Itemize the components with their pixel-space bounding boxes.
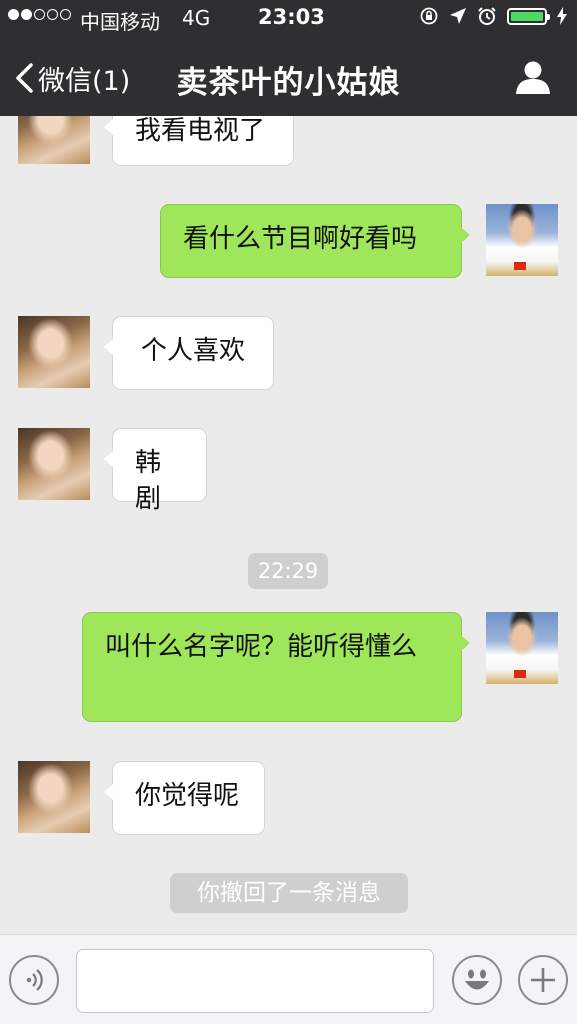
incoming-message[interactable]: 我看电视了 [104, 116, 294, 166]
orientation-lock-icon [420, 7, 438, 25]
contact-avatar[interactable] [18, 116, 90, 164]
chat-title: 卖茶叶的小姑娘 [176, 65, 401, 101]
top-bar: 中国移动 4G 23:03 微信(1) 卖茶叶的小姑娘 [0, 0, 577, 116]
status-bar: 中国移动 4G 23:03 [0, 0, 577, 36]
plus-icon [531, 968, 555, 992]
profile-button[interactable] [515, 60, 551, 98]
status-time: 23:03 [258, 5, 325, 29]
alarm-icon [478, 7, 496, 25]
emoji-button[interactable] [452, 955, 502, 1005]
my-avatar[interactable] [486, 204, 558, 276]
battery-icon [507, 7, 550, 25]
message-input[interactable] [76, 949, 434, 1013]
person-icon [516, 61, 550, 94]
input-bar [0, 934, 577, 1024]
chat-messages[interactable]: 我看电视了 看什么节目啊好看吗 个人喜欢 韩剧 22:29 叫什么名字呢？能听得… [0, 116, 577, 934]
incoming-message[interactable]: 你觉得呢 [104, 761, 265, 835]
voice-button[interactable] [9, 955, 59, 1005]
navigation-bar: 微信(1) 卖茶叶的小姑娘 [0, 40, 577, 116]
carrier-name: 中国移动 [80, 10, 160, 34]
incoming-message[interactable]: 韩剧 [104, 428, 207, 514]
location-arrow-icon [450, 8, 466, 24]
incoming-message[interactable]: 个人喜欢 [104, 316, 274, 390]
charging-icon [557, 7, 567, 25]
emoji-icon [465, 969, 489, 990]
outgoing-message[interactable]: 看什么节目啊好看吗 [160, 204, 470, 278]
message-timestamp: 22:29 [248, 553, 328, 589]
voice-icon [26, 969, 43, 991]
recall-notice: 你撤回了一条消息 [170, 873, 408, 913]
contact-avatar[interactable] [18, 428, 90, 500]
network-type: 4G [182, 6, 211, 30]
my-avatar[interactable] [486, 612, 558, 684]
more-button[interactable] [518, 955, 568, 1005]
contact-avatar[interactable] [18, 761, 90, 833]
contact-avatar[interactable] [18, 316, 90, 388]
signal-strength-icon [8, 9, 71, 20]
outgoing-message[interactable]: 叫什么名字呢？能听得懂么 [82, 612, 470, 722]
